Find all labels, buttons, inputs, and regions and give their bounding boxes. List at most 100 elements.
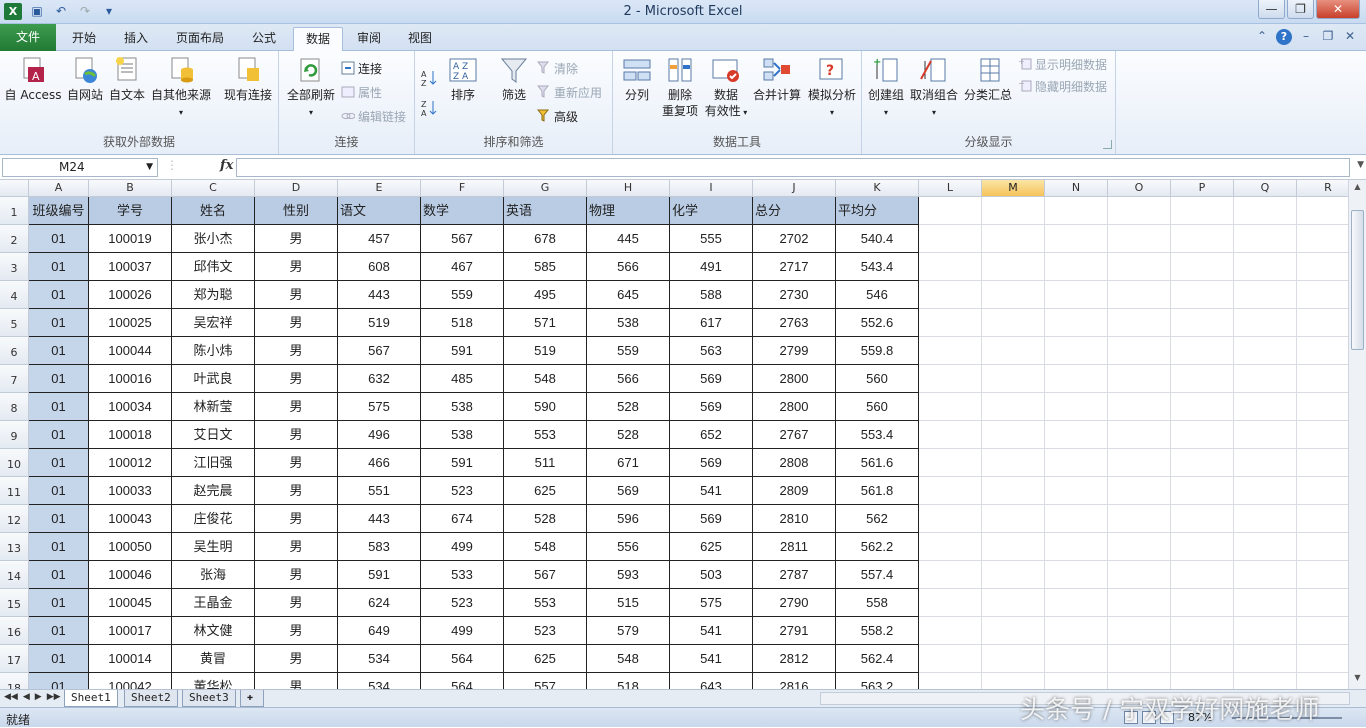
empty-cell[interactable] bbox=[982, 197, 1045, 225]
empty-cell[interactable] bbox=[1234, 225, 1297, 253]
empty-cell[interactable] bbox=[982, 477, 1045, 505]
insert-sheet-icon[interactable]: ✚ bbox=[240, 690, 264, 707]
tab-review[interactable]: 审阅 bbox=[345, 27, 393, 51]
empty-cell[interactable] bbox=[1045, 617, 1108, 645]
empty-cell[interactable] bbox=[919, 477, 982, 505]
table-cell[interactable]: 591 bbox=[338, 561, 421, 589]
table-cell[interactable]: 543.4 bbox=[836, 253, 919, 281]
table-cell[interactable]: 553 bbox=[504, 589, 587, 617]
table-cell[interactable]: 499 bbox=[421, 617, 504, 645]
empty-cell[interactable] bbox=[1297, 197, 1348, 225]
empty-cell[interactable] bbox=[1234, 337, 1297, 365]
empty-cell[interactable] bbox=[1297, 309, 1348, 337]
table-cell[interactable]: 566 bbox=[587, 365, 670, 393]
empty-cell[interactable] bbox=[982, 281, 1045, 309]
formula-input[interactable] bbox=[236, 158, 1350, 177]
empty-cell[interactable] bbox=[982, 505, 1045, 533]
table-cell[interactable]: 2810 bbox=[753, 505, 836, 533]
table-cell[interactable]: 559 bbox=[421, 281, 504, 309]
table-cell[interactable]: 596 bbox=[587, 505, 670, 533]
table-cell[interactable]: 546 bbox=[836, 281, 919, 309]
column-header-b[interactable]: B bbox=[89, 180, 172, 197]
empty-cell[interactable] bbox=[1171, 589, 1234, 617]
empty-cell[interactable] bbox=[1234, 477, 1297, 505]
row-header-1[interactable]: 1 bbox=[0, 197, 29, 225]
expand-formula-bar-icon[interactable]: ▼ bbox=[1357, 160, 1364, 170]
table-cell[interactable]: 01 bbox=[29, 421, 89, 449]
column-header-d[interactable]: D bbox=[255, 180, 338, 197]
table-cell[interactable]: 男 bbox=[255, 393, 338, 421]
empty-cell[interactable] bbox=[1108, 505, 1171, 533]
from-other-sources-button[interactable]: 自其他来源 ▾ bbox=[148, 55, 214, 121]
table-cell[interactable]: 528 bbox=[504, 505, 587, 533]
empty-cell[interactable] bbox=[919, 589, 982, 617]
empty-cell[interactable] bbox=[1108, 617, 1171, 645]
table-cell[interactable]: 523 bbox=[421, 589, 504, 617]
minimize-icon[interactable]: — bbox=[1258, 0, 1285, 19]
name-box-dropdown-icon[interactable]: ▼ bbox=[146, 159, 153, 176]
table-cell[interactable]: 100026 bbox=[89, 281, 172, 309]
table-cell[interactable]: 560 bbox=[836, 393, 919, 421]
row-header-3[interactable]: 3 bbox=[0, 253, 29, 281]
empty-cell[interactable] bbox=[982, 225, 1045, 253]
consolidate-button[interactable]: 合并计算 bbox=[751, 55, 803, 103]
table-cell[interactable]: 2800 bbox=[753, 393, 836, 421]
empty-cell[interactable] bbox=[1297, 645, 1348, 673]
empty-cell[interactable] bbox=[1297, 421, 1348, 449]
show-detail-button[interactable]: + 显示明细数据 bbox=[1018, 55, 1107, 73]
empty-cell[interactable] bbox=[1108, 673, 1171, 689]
table-cell[interactable]: 陈小炜 bbox=[172, 337, 255, 365]
scroll-down-icon[interactable]: ▼ bbox=[1351, 673, 1364, 687]
what-if-analysis-button[interactable]: ? 模拟分析 ▾ bbox=[805, 55, 859, 121]
empty-cell[interactable] bbox=[1234, 673, 1297, 689]
column-header-f[interactable]: F bbox=[421, 180, 504, 197]
table-cell[interactable]: 528 bbox=[587, 421, 670, 449]
empty-cell[interactable] bbox=[919, 449, 982, 477]
empty-cell[interactable] bbox=[982, 617, 1045, 645]
empty-cell[interactable] bbox=[1171, 617, 1234, 645]
sheet-tab-sheet2[interactable]: Sheet2 bbox=[124, 690, 178, 707]
table-cell[interactable]: 2790 bbox=[753, 589, 836, 617]
empty-cell[interactable] bbox=[1045, 197, 1108, 225]
table-cell[interactable]: 赵完晨 bbox=[172, 477, 255, 505]
table-cell[interactable]: 643 bbox=[670, 673, 753, 689]
table-cell[interactable]: 533 bbox=[421, 561, 504, 589]
table-cell[interactable]: 2812 bbox=[753, 645, 836, 673]
column-header-i[interactable]: I bbox=[670, 180, 753, 197]
empty-cell[interactable] bbox=[1234, 645, 1297, 673]
close-icon[interactable]: ✕ bbox=[1316, 0, 1360, 19]
table-cell[interactable]: 01 bbox=[29, 645, 89, 673]
empty-cell[interactable] bbox=[919, 365, 982, 393]
table-cell[interactable]: 男 bbox=[255, 561, 338, 589]
empty-cell[interactable] bbox=[1234, 533, 1297, 561]
table-cell[interactable]: 2717 bbox=[753, 253, 836, 281]
table-cell[interactable]: 591 bbox=[421, 337, 504, 365]
empty-cell[interactable] bbox=[1045, 645, 1108, 673]
table-cell[interactable]: 郑为聪 bbox=[172, 281, 255, 309]
table-cell[interactable]: 563.2 bbox=[836, 673, 919, 689]
table-cell[interactable]: 579 bbox=[587, 617, 670, 645]
table-cell[interactable]: 01 bbox=[29, 225, 89, 253]
table-cell[interactable]: 01 bbox=[29, 365, 89, 393]
empty-cell[interactable] bbox=[1045, 281, 1108, 309]
help-icon[interactable]: ? bbox=[1276, 29, 1292, 45]
table-cell[interactable]: 538 bbox=[421, 421, 504, 449]
empty-cell[interactable] bbox=[1108, 589, 1171, 617]
empty-cell[interactable] bbox=[1171, 421, 1234, 449]
empty-cell[interactable] bbox=[1045, 365, 1108, 393]
table-cell[interactable]: 01 bbox=[29, 449, 89, 477]
row-header-7[interactable]: 7 bbox=[0, 365, 29, 393]
empty-cell[interactable] bbox=[1297, 281, 1348, 309]
table-cell[interactable]: 491 bbox=[670, 253, 753, 281]
table-cell[interactable]: 511 bbox=[504, 449, 587, 477]
table-cell[interactable]: 01 bbox=[29, 589, 89, 617]
empty-cell[interactable] bbox=[1234, 281, 1297, 309]
empty-cell[interactable] bbox=[982, 309, 1045, 337]
empty-cell[interactable] bbox=[1171, 477, 1234, 505]
ungroup-button[interactable]: 取消组合 ▾ bbox=[908, 55, 960, 121]
empty-cell[interactable] bbox=[919, 337, 982, 365]
table-cell[interactable]: 558.2 bbox=[836, 617, 919, 645]
empty-cell[interactable] bbox=[1297, 449, 1348, 477]
vertical-scrollbar[interactable]: ▲ ▼ bbox=[1348, 180, 1366, 689]
vertical-scroll-thumb[interactable] bbox=[1351, 210, 1364, 350]
